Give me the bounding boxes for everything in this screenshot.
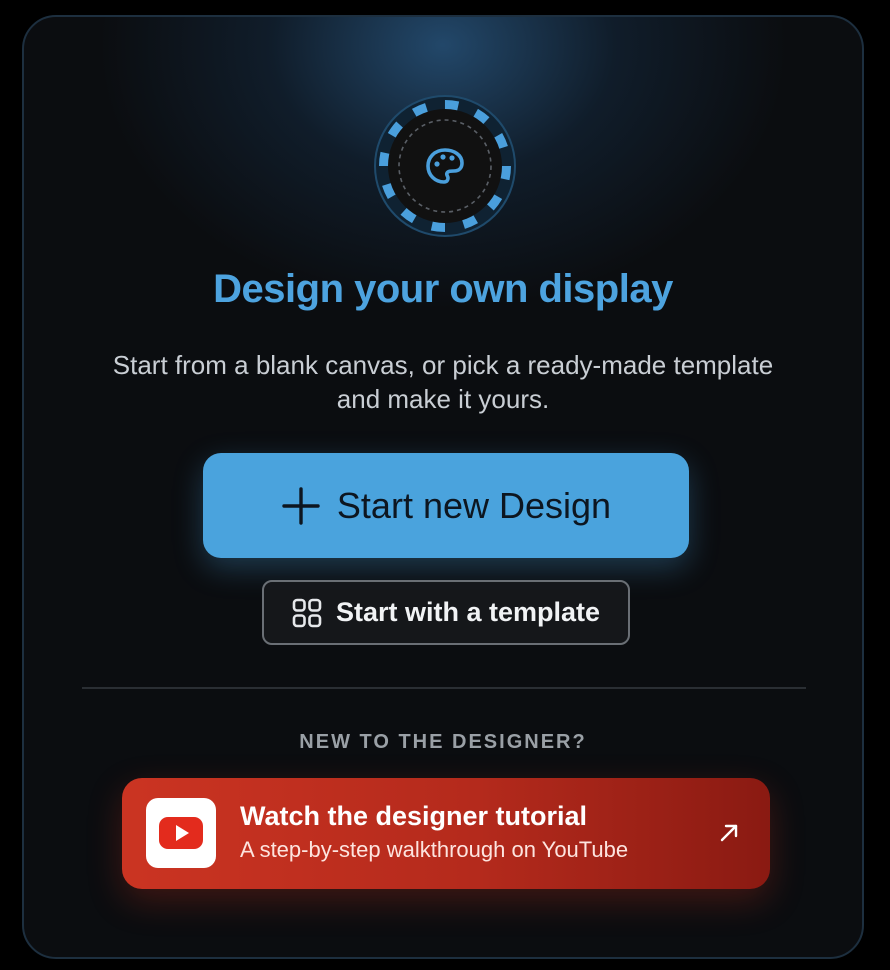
watch-tutorial-link[interactable]: Watch the designer tutorial A step-by-st… — [122, 778, 770, 889]
start-new-design-label: Start new Design — [336, 484, 612, 526]
tutorial-subtitle: A step-by-step walkthrough on YouTube — [240, 837, 629, 862]
start-with-template-button[interactable]: Start with a template — [262, 580, 630, 645]
grid-icon — [292, 598, 322, 627]
page-title: Design your own display — [213, 267, 673, 311]
plus-icon — [282, 486, 320, 525]
external-link-arrow-icon — [720, 824, 738, 842]
section-divider — [82, 687, 806, 689]
youtube-icon — [159, 817, 203, 849]
youtube-logo-tile — [146, 798, 216, 868]
tutorial-title: Watch the designer tutorial — [240, 801, 588, 831]
hero-badge — [373, 94, 517, 238]
tutorial-section-label: NEW TO THE DESIGNER? — [299, 731, 587, 753]
start-new-design-button[interactable]: Start new Design — [203, 453, 689, 558]
palette-icon — [426, 148, 464, 184]
start-with-template-label: Start with a template — [335, 597, 601, 627]
design-onboarding-card: Design your own display Start from a bla… — [22, 15, 864, 959]
page-subtitle: Start from a blank canvas, or pick a rea… — [112, 350, 774, 414]
